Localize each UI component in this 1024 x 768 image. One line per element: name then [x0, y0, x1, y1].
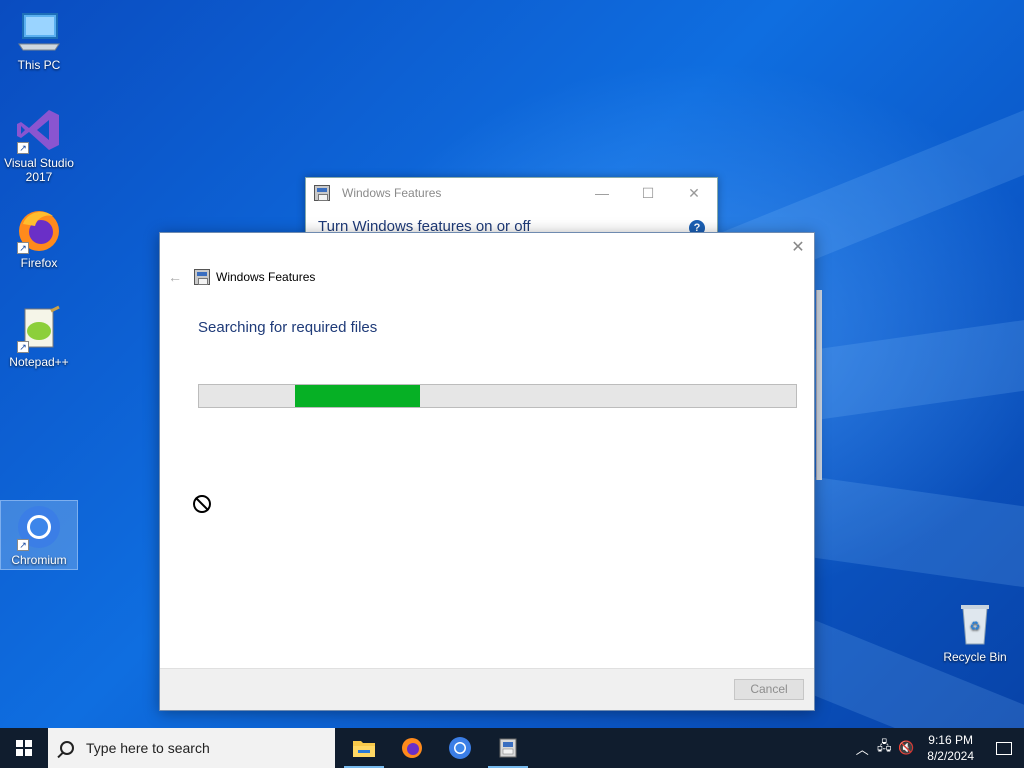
unavailable-cursor-icon — [193, 495, 211, 513]
windows-features-background-window[interactable]: Windows Features — ☐ ✕ Turn Windows feat… — [305, 177, 718, 237]
chromium-icon — [449, 737, 471, 759]
windows-features-icon — [194, 269, 210, 285]
back-arrow-icon[interactable]: ← — [168, 269, 188, 285]
windows-features-icon — [499, 738, 517, 758]
desktop-icon-label: This PC — [17, 58, 61, 72]
desktop-icon-chromium[interactable]: ↗ Chromium — [0, 500, 78, 570]
taskbar-chromium[interactable] — [436, 728, 484, 768]
desktop-icon-this-pc[interactable]: This PC — [1, 8, 77, 72]
notification-icon — [996, 741, 1012, 755]
windows-logo-icon — [16, 740, 32, 756]
minimize-icon[interactable]: — — [579, 178, 625, 208]
system-tray: ︿ 🖧 🔇 9:16 PM 8/2/2024 — [851, 728, 1024, 768]
shortcut-arrow-icon: ↗ — [17, 341, 29, 353]
desktop-icon-label: Visual Studio 2017 — [4, 156, 74, 184]
volume-muted-icon[interactable]: 🔇 — [895, 740, 917, 756]
desktop-icon-label: Firefox — [20, 256, 58, 270]
background-window-edge — [816, 290, 822, 480]
dialog-title: Windows Features — [216, 270, 316, 284]
chevron-up-icon[interactable]: ︿ — [851, 739, 873, 758]
dialog-footer: Cancel — [160, 668, 814, 710]
dialog-close-icon[interactable]: ✕ — [790, 237, 806, 257]
dialog-heading: Searching for required files — [198, 319, 378, 336]
desktop-icon-label: Notepad++ — [9, 355, 69, 369]
progress-bar-fill — [294, 385, 420, 407]
shortcut-arrow-icon: ↗ — [17, 242, 29, 254]
windows-features-icon — [314, 185, 330, 201]
firefox-icon — [402, 738, 422, 758]
shortcut-arrow-icon: ↗ — [17, 539, 29, 551]
this-pc-icon — [15, 8, 63, 56]
clock[interactable]: 9:16 PM 8/2/2024 — [917, 732, 984, 764]
close-icon[interactable]: ✕ — [671, 178, 717, 208]
shortcut-arrow-icon: ↗ — [17, 142, 29, 154]
clock-date: 8/2/2024 — [927, 749, 974, 763]
start-button[interactable] — [0, 728, 48, 768]
notepad-plus-plus-icon: ↗ — [15, 305, 63, 353]
desktop-icon-label: Recycle Bin — [943, 650, 1007, 664]
network-icon[interactable]: 🖧 — [873, 737, 895, 759]
cancel-button[interactable]: Cancel — [734, 679, 804, 700]
taskbar: Type here to search ︿ 🖧 🔇 9:16 PM 8/2/20… — [0, 728, 1024, 768]
desktop-icon-notepad-plus-plus[interactable]: ↗ Notepad++ — [1, 305, 77, 369]
maximize-icon[interactable]: ☐ — [625, 178, 671, 208]
desktop-icon-recycle-bin[interactable]: ♻ Recycle Bin — [937, 600, 1013, 664]
taskbar-windows-features[interactable] — [484, 728, 532, 768]
background-window-title: Windows Features — [342, 186, 442, 200]
taskbar-file-explorer[interactable] — [340, 728, 388, 768]
search-icon — [60, 741, 74, 755]
window-controls: — ☐ ✕ — [579, 178, 717, 208]
dialog-header: ← Windows Features — [168, 269, 315, 285]
taskbar-firefox[interactable] — [388, 728, 436, 768]
clock-time: 9:16 PM — [928, 733, 973, 747]
desktop-icon-firefox[interactable]: ↗ Firefox — [1, 206, 77, 270]
search-placeholder: Type here to search — [86, 740, 210, 756]
recycle-bin-icon: ♻ — [951, 600, 999, 648]
chromium-icon: ↗ — [15, 503, 63, 551]
desktop-icon-visual-studio[interactable]: ↗ Visual Studio 2017 — [1, 106, 77, 184]
action-center-button[interactable] — [984, 741, 1024, 755]
svg-text:♻: ♻ — [970, 619, 981, 633]
taskbar-search-box[interactable]: Type here to search — [48, 728, 335, 768]
desktop-icon-label: Chromium — [11, 553, 67, 567]
windows-features-progress-dialog: ✕ ← Windows Features Searching for requi… — [159, 232, 815, 711]
visual-studio-icon: ↗ — [15, 106, 63, 154]
firefox-icon: ↗ — [15, 206, 63, 254]
progress-bar — [198, 384, 797, 408]
folder-icon — [353, 741, 375, 757]
